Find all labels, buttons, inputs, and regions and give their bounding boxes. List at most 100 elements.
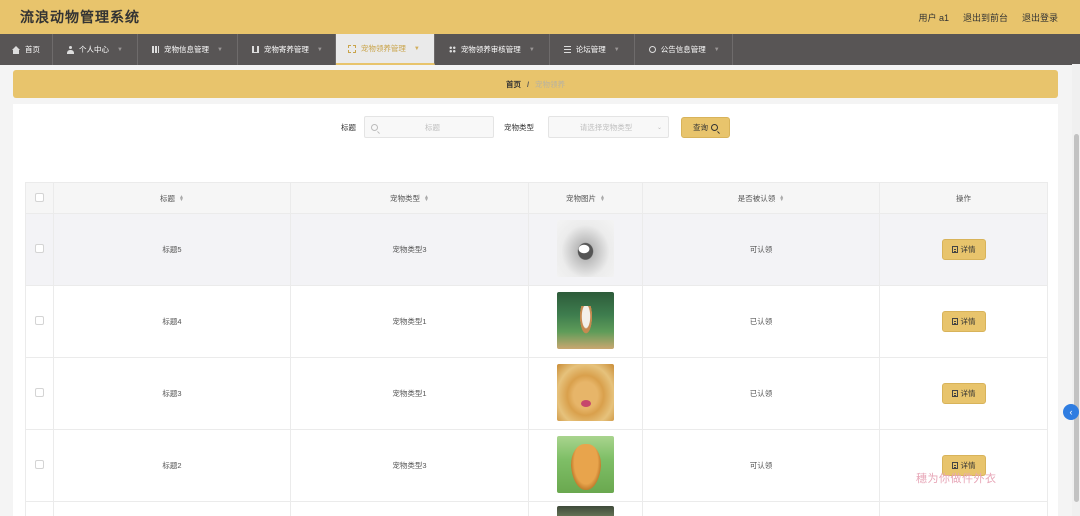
dashed-square-icon	[347, 44, 356, 53]
breadcrumb-separator: /	[526, 79, 530, 89]
chevron-down-icon: ▼	[713, 46, 720, 53]
list-icon	[563, 46, 571, 53]
query-button-label: 查询	[693, 122, 708, 132]
chart-icon	[251, 46, 259, 53]
row-checkbox[interactable]	[35, 460, 44, 469]
title-cell: 标题3	[53, 357, 291, 430]
document-icon	[951, 246, 958, 253]
row-checkbox[interactable]	[35, 244, 44, 253]
back-to-front-link[interactable]: 退出到前台	[963, 11, 1008, 24]
table-row-partial	[25, 501, 1048, 516]
table-row[interactable]: 标题2 宠物类型3 可认领 详情	[25, 429, 1048, 502]
nav-item-forum[interactable]: 论坛管理 ▼	[550, 34, 635, 65]
top-header: 流浪动物管理系统 用户 a1 退出到前台 退出登录	[0, 0, 1080, 34]
actions-cell: 详情	[879, 285, 1048, 358]
pet-image-cell	[528, 213, 643, 286]
document-icon	[951, 390, 958, 397]
nav-item-announcements[interactable]: 公告信息管理 ▼	[635, 34, 733, 65]
actions-cell: 详情	[879, 357, 1048, 430]
claimed-status-cell: 已认领	[642, 285, 880, 358]
search-icon	[371, 123, 378, 131]
column-header-pet-image[interactable]: 宠物图片 ▲ ▼	[528, 182, 643, 214]
vertical-scrollbar[interactable]	[1072, 64, 1080, 516]
title-label: 标题	[341, 122, 356, 132]
search-form: 标题 标题 宠物类型 请选择宠物类型 ⌄ 查询	[13, 116, 1058, 138]
chevron-down-icon: ⌄	[656, 124, 662, 131]
nav-item-label: 首页	[25, 45, 40, 54]
table-header-row: 标题 ▲ ▼ 宠物类型 ▲ ▼ 宠物图片 ▲ ▼ 是否被认领 ▲ ▼ 操作	[25, 182, 1048, 214]
chevron-down-icon: ▼	[216, 46, 223, 53]
pet-photo[interactable]	[557, 506, 614, 516]
header-actions: 用户 a1 退出到前台 退出登录	[918, 11, 1058, 24]
pet-image-cell	[528, 501, 643, 516]
detail-button[interactable]: 详情	[941, 383, 986, 404]
chevron-down-icon: ▼	[528, 46, 535, 53]
pet-image-cell	[528, 357, 643, 430]
app-title: 流浪动物管理系统	[20, 9, 140, 25]
nav-item-label: 宠物寄养管理	[263, 45, 309, 54]
home-icon	[12, 45, 20, 54]
sort-icon[interactable]: ▲ ▼	[424, 194, 429, 202]
adoption-table: 标题 ▲ ▼ 宠物类型 ▲ ▼ 宠物图片 ▲ ▼ 是否被认领 ▲ ▼ 操作 标题5 宠物类型3 …	[25, 182, 1048, 516]
husky-photo[interactable]	[557, 220, 614, 277]
query-button[interactable]: 查询	[681, 116, 730, 138]
nav-item-profile[interactable]: 个人中心 ▼	[53, 34, 138, 65]
pet-image-cell	[528, 285, 643, 358]
scroll-thumb[interactable]	[1074, 134, 1079, 502]
nav-item-label: 公告信息管理	[660, 45, 706, 54]
chevron-down-icon: ▼	[413, 45, 420, 52]
title-cell: 标题2	[53, 429, 291, 502]
actions-cell: 详情	[879, 429, 1048, 502]
chevron-down-icon: ▼	[613, 46, 620, 53]
chevron-left-icon: ‹	[1069, 407, 1073, 417]
column-header-pet-type[interactable]: 宠物类型 ▲ ▼	[290, 182, 529, 214]
golden-retriever-photo[interactable]	[557, 364, 614, 421]
row-checkbox[interactable]	[35, 316, 44, 325]
sort-icon[interactable]: ▲ ▼	[779, 194, 784, 202]
nav-item-label: 个人中心	[79, 45, 109, 54]
claimed-status-cell: 可认领	[642, 213, 880, 286]
table-row[interactable]: 标题3 宠物类型1 已认领 详情	[25, 357, 1048, 430]
clock-icon	[648, 46, 656, 53]
nav-item-home[interactable]: 首页	[0, 34, 53, 65]
claimed-status-cell: 可认领	[642, 429, 880, 502]
detail-button[interactable]: 详情	[941, 239, 986, 260]
sort-icon[interactable]: ▲ ▼	[179, 194, 184, 202]
pet-type-cell: 宠物类型3	[290, 429, 529, 502]
nav-item-pet-adoption[interactable]: 宠物领养管理 ▼	[335, 34, 435, 65]
title-search-input[interactable]: 标题	[364, 116, 494, 138]
nav-item-pet-info[interactable]: 宠物信息管理 ▼	[138, 34, 238, 65]
nav-item-pet-foster[interactable]: 宠物寄养管理 ▼	[238, 34, 336, 65]
document-icon	[951, 462, 958, 469]
detail-button[interactable]: 详情	[941, 311, 986, 332]
pet-type-label: 宠物类型	[504, 122, 534, 132]
sort-icon[interactable]: ▲ ▼	[600, 194, 605, 202]
golden-retriever-grass-photo[interactable]	[557, 436, 614, 493]
search-icon	[711, 123, 718, 131]
nav-item-adoption-review[interactable]: 宠物领养审核管理 ▼	[435, 34, 550, 65]
select-all-cell	[25, 182, 54, 214]
table-row[interactable]: 标题5 宠物类型3 可认领 详情	[25, 213, 1048, 286]
main-content: 标题 标题 宠物类型 请选择宠物类型 ⌄ 查询 标题 ▲ ▼ 宠物类型 ▲ ▼ 宠物图片…	[13, 104, 1058, 516]
nav-item-label: 宠物领养审核管理	[460, 45, 521, 54]
actions-cell: 详情	[879, 213, 1048, 286]
row-checkbox[interactable]	[35, 388, 44, 397]
nav-item-label: 宠物领养管理	[360, 44, 406, 53]
watermark-text: 穗为你做件外衣	[916, 473, 997, 485]
current-user-label: 用户 a1	[918, 12, 949, 23]
logout-link[interactable]: 退出登录	[1022, 11, 1058, 24]
corgi-photo[interactable]	[557, 292, 614, 349]
select-all-checkbox[interactable]	[35, 192, 44, 202]
chevron-down-icon: ▼	[117, 46, 123, 53]
column-header-title[interactable]: 标题 ▲ ▼	[53, 182, 291, 214]
breadcrumb-current: 宠物领养	[535, 79, 566, 89]
title-cell: 标题5	[53, 213, 291, 286]
main-nav: 首页 个人中心 ▼ 宠物信息管理 ▼ 宠物寄养管理 ▼ 宠物领养管理 ▼ 宠物领…	[0, 34, 1080, 65]
table-row[interactable]: 标题4 宠物类型1 已认领 详情	[25, 285, 1048, 358]
pet-type-cell: 宠物类型3	[290, 213, 529, 286]
breadcrumb-home[interactable]: 首页	[506, 79, 521, 90]
column-header-claimed[interactable]: 是否被认领 ▲ ▼	[642, 182, 880, 214]
breadcrumb: 首页 / 宠物领养	[13, 70, 1058, 98]
pet-type-select[interactable]: 请选择宠物类型 ⌄	[548, 116, 669, 138]
collapse-toggle-button[interactable]: ‹	[1063, 404, 1079, 420]
